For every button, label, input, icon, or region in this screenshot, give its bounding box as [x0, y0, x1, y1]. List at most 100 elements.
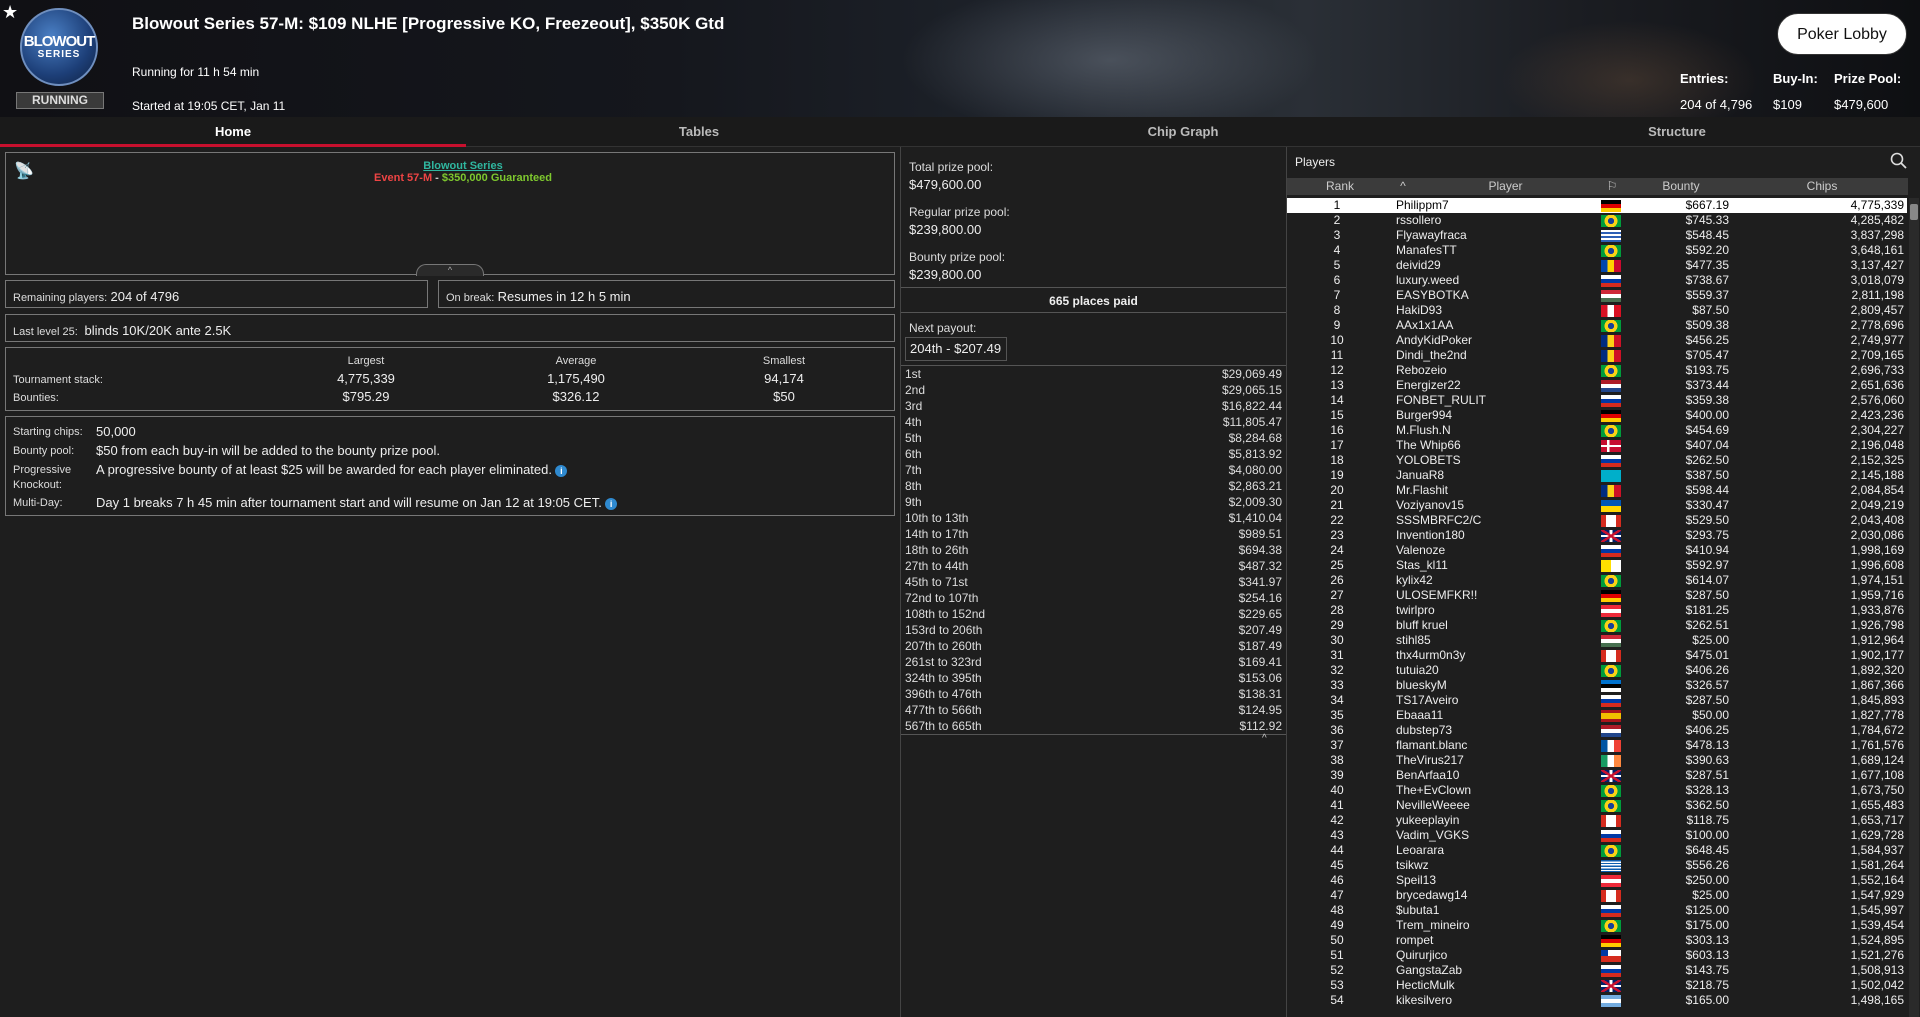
player-row[interactable]: 8 HakiD93 $87.50 2,809,457 — [1287, 303, 1907, 318]
chips-column-header[interactable]: Chips — [1736, 178, 1908, 195]
player-row[interactable]: 19 JanuaR8 $387.50 2,145,188 — [1287, 468, 1907, 483]
players-scrollbar-thumb[interactable] — [1910, 204, 1918, 220]
player-row[interactable]: 21 Voziyanov15 $330.47 2,049,219 — [1287, 498, 1907, 513]
player-row[interactable]: 47 brycedawg14 $25.00 1,547,929 — [1287, 888, 1907, 903]
player-bounty: $738.67 — [1685, 273, 1729, 287]
player-row[interactable]: 37 flamant.blanc $478.13 1,761,576 — [1287, 738, 1907, 753]
player-row[interactable]: 27 ULOSEMFKR!! $287.50 1,959,716 — [1287, 588, 1907, 603]
player-row[interactable]: 3 Flyawayfraca $548.45 3,837,298 — [1287, 228, 1907, 243]
player-name: Dindi_the2nd — [1396, 348, 1467, 362]
search-icon[interactable] — [1890, 152, 1908, 170]
player-row[interactable]: 18 YOLOBETS $262.50 2,152,325 — [1287, 453, 1907, 468]
info-icon[interactable]: i — [605, 497, 618, 510]
player-row[interactable]: 15 Burger994 $400.00 2,423,236 — [1287, 408, 1907, 423]
info-icon[interactable]: i — [555, 464, 568, 477]
sort-up-icon[interactable]: ^ — [1393, 178, 1413, 195]
flag-icon[interactable]: ⚐ — [1598, 178, 1626, 195]
player-row[interactable]: 34 TS17Aveiro $287.50 1,845,893 — [1287, 693, 1907, 708]
payout-row: 14th to 17th $989.51 — [905, 527, 1282, 543]
player-row[interactable]: 36 dubstep73 $406.25 1,784,672 — [1287, 723, 1907, 738]
player-row[interactable]: 31 thx4urm0n3y $475.01 1,902,177 — [1287, 648, 1907, 663]
player-row[interactable]: 5 deivid29 $477.35 3,137,427 — [1287, 258, 1907, 273]
player-row[interactable]: 35 Ebaaa11 $50.00 1,827,778 — [1287, 708, 1907, 723]
player-row[interactable]: 44 Leoarara $648.45 1,584,937 — [1287, 843, 1907, 858]
collapse-payouts-chevron-icon[interactable]: ^ — [1262, 733, 1267, 744]
player-row[interactable]: 54 kikesilvero $165.00 1,498,165 — [1287, 993, 1907, 1008]
country-flag-icon — [1601, 860, 1621, 872]
country-flag-icon — [1601, 380, 1621, 392]
player-row[interactable]: 33 blueskyM $326.57 1,867,366 — [1287, 678, 1907, 693]
poker-lobby-button[interactable]: Poker Lobby — [1777, 13, 1907, 55]
player-row[interactable]: 17 The Whip66 $407.04 2,196,048 — [1287, 438, 1907, 453]
player-bounty: $373.44 — [1685, 378, 1729, 392]
player-row[interactable]: 7 EASYBOTKA $559.37 2,811,198 — [1287, 288, 1907, 303]
player-rank: 6 — [1333, 273, 1341, 287]
player-rank: 1 — [1333, 198, 1341, 212]
player-row[interactable]: 38 TheVirus217 $390.63 1,689,124 — [1287, 753, 1907, 768]
country-flag-icon — [1601, 440, 1621, 452]
player-row[interactable]: 13 Energizer22 $373.44 2,651,636 — [1287, 378, 1907, 393]
player-row[interactable]: 28 twirlpro $181.25 1,933,876 — [1287, 603, 1907, 618]
player-bounty: $125.00 — [1685, 903, 1729, 917]
tab-chip-graph[interactable]: Chip Graph — [932, 117, 1434, 147]
tab-home[interactable]: Home — [0, 117, 466, 147]
payout-place: 45th to 71st — [905, 575, 968, 589]
player-row[interactable]: 51 Quirurjico $603.13 1,521,276 — [1287, 948, 1907, 963]
player-row[interactable]: 41 NevilleWeeee $362.50 1,655,483 — [1287, 798, 1907, 813]
next-payout-label: Next payout: — [909, 321, 977, 335]
player-row[interactable]: 14 FONBET_RULIT $359.38 2,576,060 — [1287, 393, 1907, 408]
player-row[interactable]: 39 BenArfaa10 $287.51 1,677,108 — [1287, 768, 1907, 783]
player-row[interactable]: 11 Dindi_the2nd $705.47 2,709,165 — [1287, 348, 1907, 363]
country-flag-icon — [1601, 920, 1621, 932]
collapse-banner-chevron-icon[interactable]: ^ — [416, 264, 484, 276]
player-row[interactable]: 42 yukeeplayin $118.75 1,653,717 — [1287, 813, 1907, 828]
player-row[interactable]: 32 tutuia20 $406.26 1,892,320 — [1287, 663, 1907, 678]
player-name: HecticMulk — [1396, 978, 1455, 992]
player-row[interactable]: 29 bluff kruel $262.51 1,926,798 — [1287, 618, 1907, 633]
player-row[interactable]: 24 Valenoze $410.94 1,998,169 — [1287, 543, 1907, 558]
player-row[interactable]: 16 M.Flush.N $454.69 2,304,227 — [1287, 423, 1907, 438]
player-row[interactable]: 53 HecticMulk $218.75 1,502,042 — [1287, 978, 1907, 993]
player-row[interactable]: 4 ManafesTT $592.20 3,648,161 — [1287, 243, 1907, 258]
player-row[interactable]: 45 tsikwz $556.26 1,581,264 — [1287, 858, 1907, 873]
player-row[interactable]: 50 rompet $303.13 1,524,895 — [1287, 933, 1907, 948]
player-chips: 1,655,483 — [1850, 798, 1904, 812]
player-row[interactable]: 30 stihl85 $25.00 1,912,964 — [1287, 633, 1907, 648]
player-row[interactable]: 22 SSSMBRFC2/C $529.50 2,043,408 — [1287, 513, 1907, 528]
tab-tables[interactable]: Tables — [466, 117, 932, 147]
series-link[interactable]: Blowout Series — [423, 160, 502, 172]
player-bounty: $326.57 — [1685, 678, 1729, 692]
player-row[interactable]: 25 Stas_kl11 $592.97 1,996,608 — [1287, 558, 1907, 573]
player-name: deivid29 — [1396, 258, 1441, 272]
player-name: rssollero — [1396, 213, 1442, 227]
player-row[interactable]: 9 AAx1x1AA $509.38 2,778,696 — [1287, 318, 1907, 333]
player-row[interactable]: 23 Invention180 $293.75 2,030,086 — [1287, 528, 1907, 543]
payout-amount: $1,410.04 — [1228, 511, 1282, 525]
favorite-star-icon[interactable]: ★ — [2, 2, 18, 23]
player-rank: 29 — [1330, 618, 1344, 632]
player-row[interactable]: 52 GangstaZab $143.75 1,508,913 — [1287, 963, 1907, 978]
player-chips: 1,827,778 — [1850, 708, 1904, 722]
player-rank: 31 — [1330, 648, 1344, 662]
player-row[interactable]: 20 Mr.Flashit $598.44 2,084,854 — [1287, 483, 1907, 498]
tab-structure[interactable]: Structure — [1434, 117, 1920, 147]
player-row[interactable]: 46 Speil13 $250.00 1,552,164 — [1287, 873, 1907, 888]
player-row[interactable]: 6 luxury.weed $738.67 3,018,079 — [1287, 273, 1907, 288]
player-row[interactable]: 26 kylix42 $614.07 1,974,151 — [1287, 573, 1907, 588]
player-column-header[interactable]: Player — [1413, 178, 1598, 195]
last-level-value: blinds 10K/20K ante 2.5K — [84, 323, 232, 338]
player-row[interactable]: 48 $ubuta1 $125.00 1,545,997 — [1287, 903, 1907, 918]
rank-column-header[interactable]: Rank — [1287, 178, 1393, 195]
player-row[interactable]: 40 The+EvClown $328.13 1,673,750 — [1287, 783, 1907, 798]
players-scrollbar[interactable] — [1909, 198, 1919, 1017]
bounty-column-header[interactable]: Bounty — [1626, 178, 1736, 195]
player-row[interactable]: 2 rssollero $745.33 4,285,482 — [1287, 213, 1907, 228]
country-flag-icon — [1601, 800, 1621, 812]
player-row[interactable]: 1 Philippm7 $667.19 4,775,339 — [1287, 198, 1907, 213]
player-row[interactable]: 43 Vadim_VGKS $100.00 1,629,728 — [1287, 828, 1907, 843]
payout-amount: $187.49 — [1238, 639, 1282, 653]
player-row[interactable]: 12 Rebozeio $193.75 2,696,733 — [1287, 363, 1907, 378]
player-row[interactable]: 10 AndyKidPoker $456.25 2,749,977 — [1287, 333, 1907, 348]
player-row[interactable]: 49 Trem_mineiro $175.00 1,539,454 — [1287, 918, 1907, 933]
payout-place: 14th to 17th — [905, 527, 969, 541]
